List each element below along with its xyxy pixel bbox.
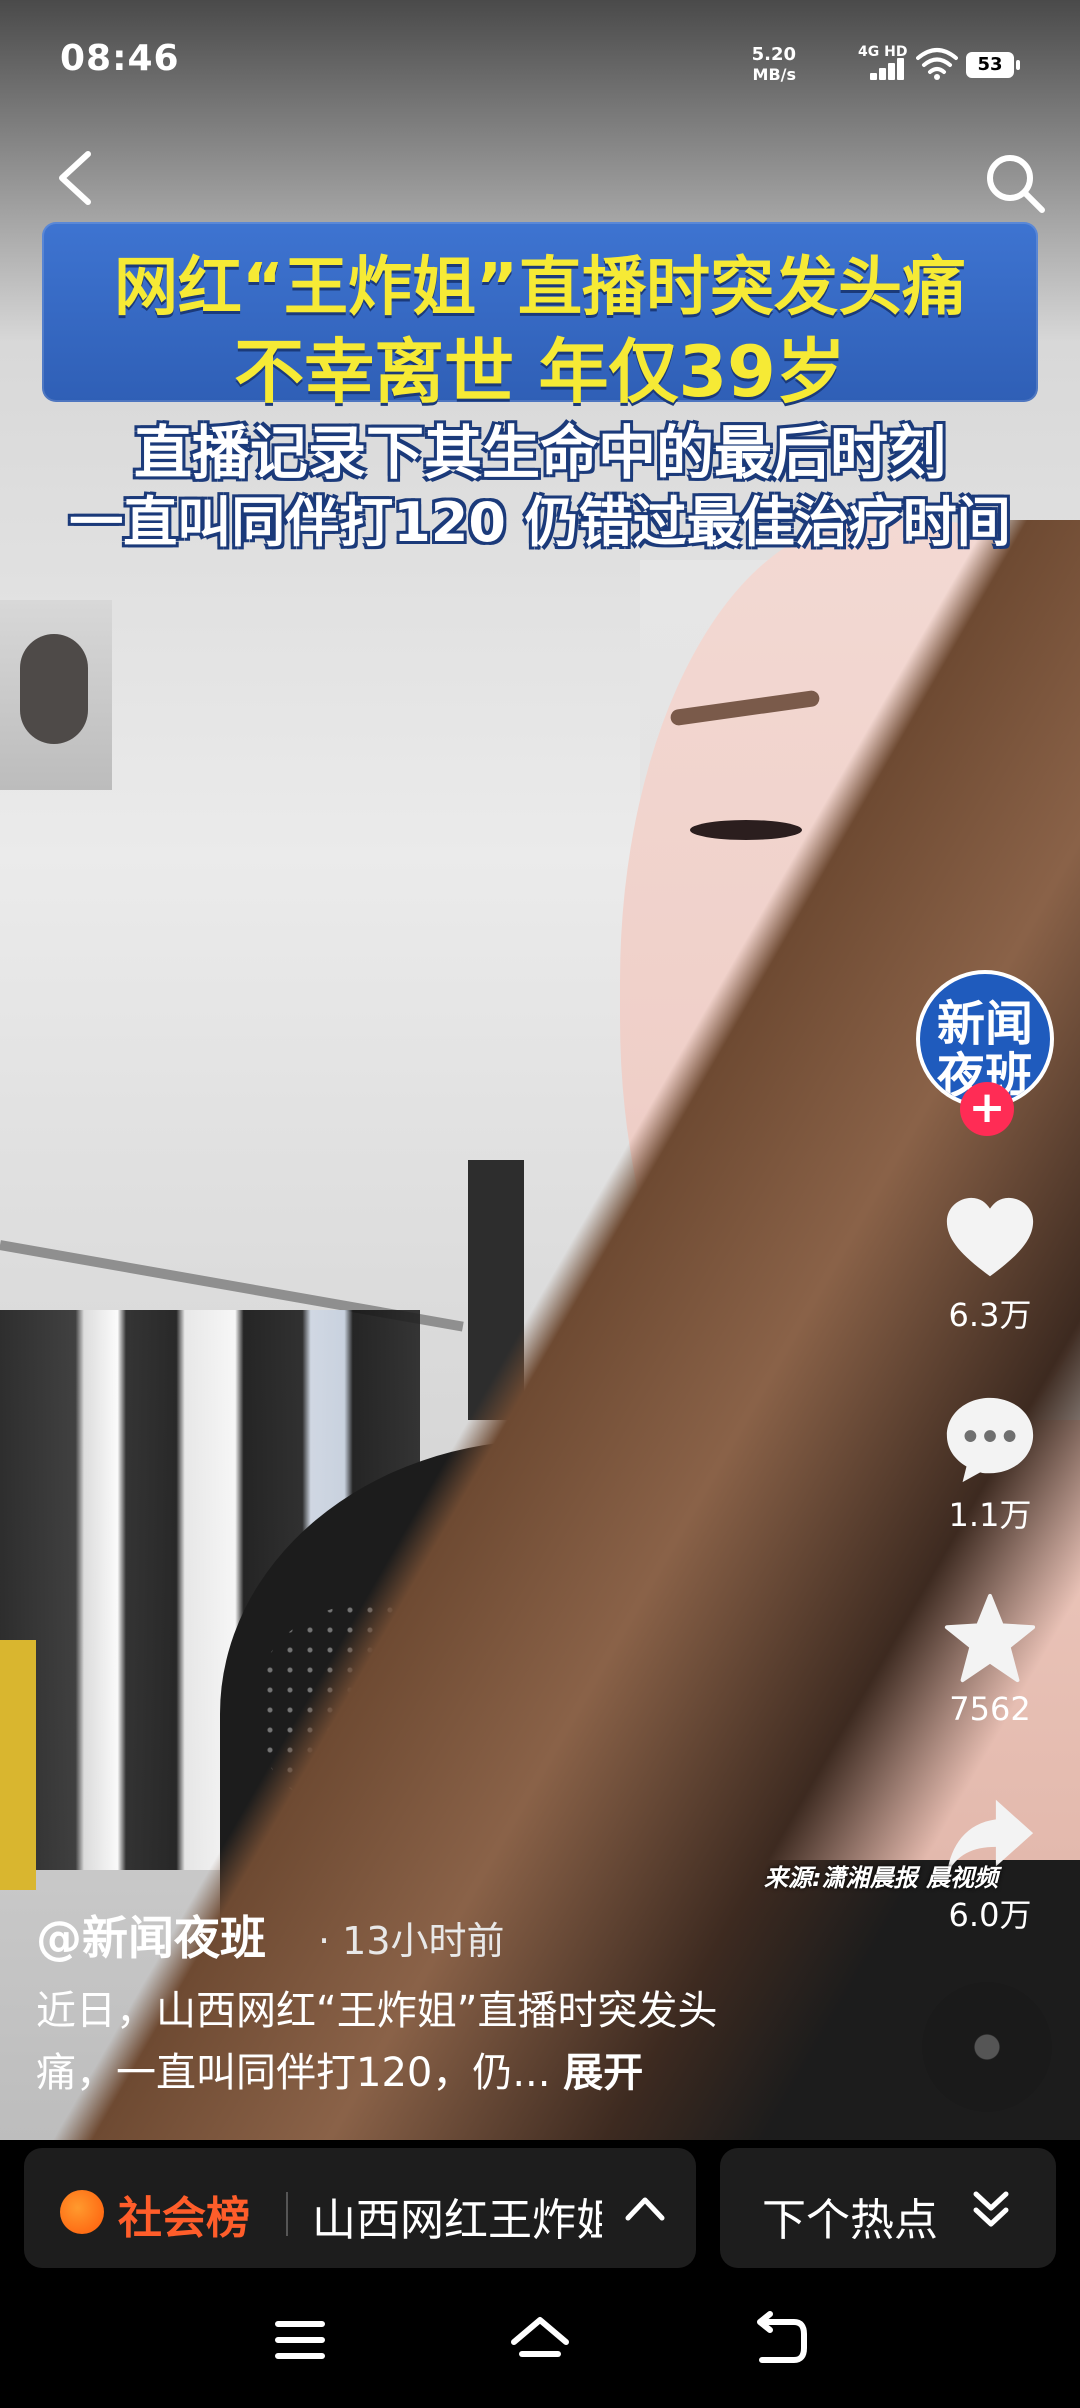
yellow-garment (0, 1640, 36, 1890)
comment-button[interactable]: 1.1万 (920, 1390, 1060, 1536)
next-hot-topic-button[interactable]: 下个热点 (720, 2148, 1056, 2268)
music-disc-icon[interactable] (922, 1982, 1052, 2112)
favorite-button[interactable]: 7562 (920, 1590, 1060, 1728)
chevron-up-icon[interactable] (620, 2188, 670, 2228)
share-count: 6.0万 (948, 1896, 1032, 1934)
video-subtitle-line2: 一直叫同伴打120 仍错过最佳治疗时间 (69, 491, 1011, 554)
hot-topic-text: 山西网红王炸姐 (312, 2195, 602, 2246)
battery-icon: 53 (966, 52, 1020, 78)
star-icon (944, 1593, 1036, 1683)
expand-button[interactable]: 展开 (563, 2050, 643, 2096)
wifi-icon (916, 48, 958, 80)
chevron-left-icon[interactable] (52, 148, 96, 208)
heart-icon (946, 1197, 1034, 1277)
like-button[interactable]: 6.3万 (920, 1190, 1060, 1336)
like-count: 6.3万 (948, 1296, 1032, 1334)
comment-icon (946, 1397, 1034, 1483)
video-source-watermark: 来源:潇湘晨报 晨视频 (764, 1864, 998, 1892)
status-bar: 08:46 5.20 MB/s 4G HD 53 (0, 0, 1080, 120)
home-icon[interactable] (508, 2308, 572, 2372)
post-time: · 13小时前 (318, 1919, 505, 1963)
follow-button[interactable]: + (960, 1082, 1014, 1136)
search-icon[interactable] (982, 150, 1048, 216)
video-title-line1: 网红“王炸姐”直播时突发头痛 (113, 251, 967, 325)
favorite-count: 7562 (949, 1690, 1031, 1728)
network-speed-unit: MB/s (752, 65, 796, 84)
network-speed-value: 5.20 (751, 44, 796, 65)
double-chevron-down-icon (973, 2191, 1009, 2227)
signal-icon (870, 58, 906, 80)
comment-count: 1.1万 (948, 1496, 1032, 1534)
system-navigation-bar (0, 2268, 1080, 2408)
hot-list-button[interactable]: 社会榜 山西网红王炸姐 (24, 2148, 696, 2268)
hot-list-icon (60, 2190, 104, 2234)
video-title-line2: 不幸离世 年仅39岁 (234, 331, 846, 413)
next-hot-topic-label: 下个热点 (762, 2195, 938, 2246)
hot-topic-bar: 社会榜 山西网红王炸姐 下个热点 (0, 2140, 1080, 2268)
video-description[interactable]: 近日，山西网红“王炸姐”直播时突发头痛，一直叫同伴打120，仍... 展开 (36, 1980, 796, 2104)
hot-list-name: 社会榜 (118, 2193, 250, 2244)
video-title-banner: 网红“王炸姐”直播时突发头痛 不幸离世 年仅39岁 (42, 222, 1038, 413)
author-name[interactable]: @新闻夜班 (36, 1902, 266, 1968)
menu-icon[interactable] (268, 2308, 332, 2372)
divider (286, 2192, 288, 2236)
status-time: 08:46 (60, 38, 180, 79)
back-icon[interactable] (748, 2308, 812, 2372)
